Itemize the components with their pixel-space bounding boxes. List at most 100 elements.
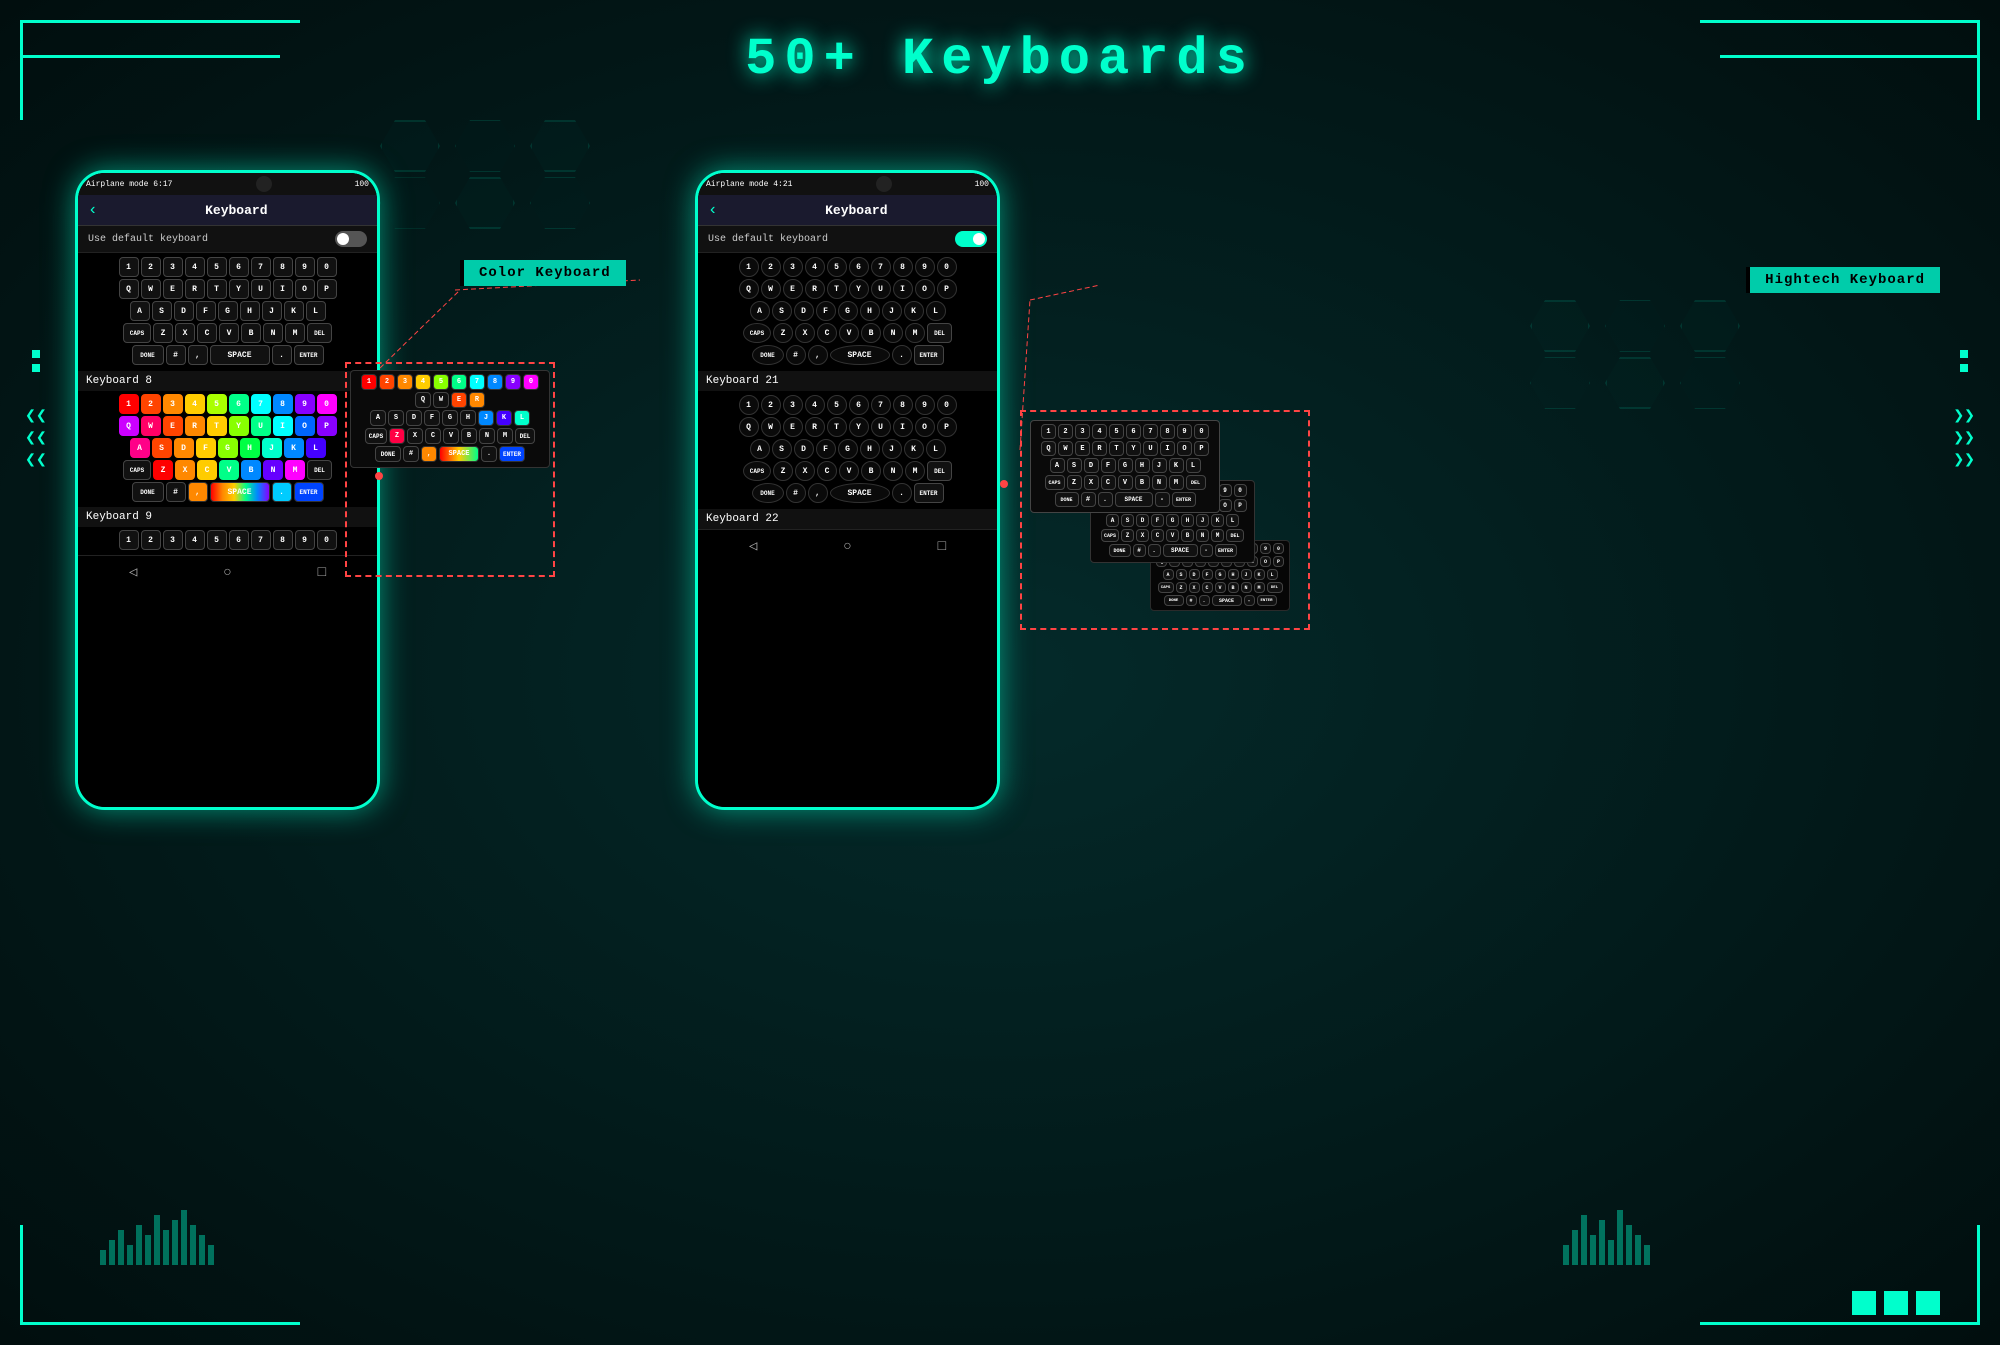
kb-key[interactable]: 9 bbox=[1219, 484, 1232, 497]
enter-key-left[interactable]: ENTER bbox=[294, 345, 324, 365]
kb-key[interactable]: D bbox=[174, 438, 194, 458]
kb-key[interactable]: N bbox=[1152, 475, 1167, 490]
kb-key[interactable]: 6 bbox=[451, 374, 467, 390]
kb-key[interactable]: # bbox=[403, 446, 419, 462]
kb-key[interactable]: , bbox=[808, 345, 828, 365]
kb-key[interactable]: 7 bbox=[871, 257, 891, 277]
kb-key[interactable]: H bbox=[1228, 569, 1239, 580]
kb-key[interactable]: L bbox=[1186, 458, 1201, 473]
kb-key[interactable]: 6 bbox=[849, 257, 869, 277]
nav-home-left[interactable]: ○ bbox=[223, 565, 231, 581]
kb-key[interactable]: Y bbox=[1126, 441, 1141, 456]
kb-key[interactable]: 0 bbox=[1234, 484, 1247, 497]
kb-key[interactable]: K bbox=[1211, 514, 1224, 527]
kb-key[interactable]: 2 bbox=[1058, 424, 1073, 439]
kb-key[interactable]: , bbox=[188, 482, 208, 502]
enter-key-float[interactable]: ENTER bbox=[499, 446, 525, 462]
del-key-left[interactable]: DEL bbox=[307, 323, 332, 343]
kb-key[interactable]: O bbox=[295, 416, 315, 436]
kb-key[interactable]: Q bbox=[1041, 441, 1056, 456]
kb-key[interactable]: J bbox=[882, 301, 902, 321]
space-key-float[interactable]: SPACE bbox=[439, 446, 479, 462]
caps-key-color[interactable]: CAPS bbox=[123, 460, 151, 480]
caps-key-left[interactable]: CAPS bbox=[123, 323, 151, 343]
kb-key[interactable]: D bbox=[1189, 569, 1200, 580]
kb-key[interactable]: Z bbox=[773, 461, 793, 481]
kb-key[interactable]: H bbox=[1135, 458, 1150, 473]
kb-key[interactable]: , bbox=[421, 446, 437, 462]
kb-key[interactable]: 5 bbox=[433, 374, 449, 390]
kb-key[interactable]: 8 bbox=[1160, 424, 1175, 439]
kb-key[interactable]: T bbox=[1109, 441, 1124, 456]
kb-key[interactable]: D bbox=[1084, 458, 1099, 473]
kb-key[interactable]: 4 bbox=[805, 395, 825, 415]
done-key-fhk2[interactable]: DONE bbox=[1109, 544, 1131, 557]
kb-key[interactable]: 9 bbox=[915, 395, 935, 415]
nav-home-right[interactable]: ○ bbox=[843, 539, 851, 555]
del-key-right[interactable]: DEL bbox=[927, 323, 952, 343]
kb-key[interactable]: S bbox=[152, 438, 172, 458]
kb-key[interactable]: 4 bbox=[185, 394, 205, 414]
kb-key[interactable]: X bbox=[175, 323, 195, 343]
kb-key[interactable]: B bbox=[1181, 529, 1194, 542]
kb-key[interactable]: B bbox=[241, 460, 261, 480]
kb-key[interactable]: N bbox=[263, 323, 283, 343]
done-key-left[interactable]: DONE bbox=[132, 345, 164, 365]
kb-key[interactable]: K bbox=[284, 438, 304, 458]
kb-key[interactable]: M bbox=[1254, 582, 1265, 593]
del-key-float[interactable]: DEL bbox=[515, 428, 535, 444]
kb-key[interactable]: V bbox=[839, 323, 859, 343]
kb-key[interactable]: R bbox=[185, 279, 205, 299]
kb-key[interactable]: A bbox=[1163, 569, 1174, 580]
kb-key[interactable]: 2 bbox=[141, 394, 161, 414]
kb-key[interactable]: Z bbox=[153, 323, 173, 343]
kb-key[interactable]: 1 bbox=[119, 257, 139, 277]
kb-key[interactable]: F bbox=[196, 301, 216, 321]
del-key-color[interactable]: DEL bbox=[307, 460, 332, 480]
kb-key[interactable]: C bbox=[197, 460, 217, 480]
kb-key[interactable]: 2 bbox=[761, 395, 781, 415]
nav-back-left[interactable]: ◁ bbox=[129, 564, 137, 581]
kb-key[interactable]: K bbox=[904, 301, 924, 321]
kb-key[interactable]: S bbox=[772, 301, 792, 321]
kb-key[interactable]: G bbox=[1118, 458, 1133, 473]
kb-key[interactable]: 2 bbox=[141, 257, 161, 277]
kb-key[interactable]: - bbox=[1244, 595, 1255, 606]
kb-key[interactable]: . bbox=[481, 446, 497, 462]
kb-key[interactable]: 7 bbox=[251, 530, 271, 550]
kb-key[interactable]: C bbox=[1101, 475, 1116, 490]
kb-key[interactable]: X bbox=[175, 460, 195, 480]
kb-key[interactable]: 3 bbox=[163, 394, 183, 414]
nav-square-right[interactable]: □ bbox=[938, 539, 946, 555]
kb-key[interactable]: U bbox=[251, 416, 271, 436]
kb-key[interactable]: E bbox=[783, 417, 803, 437]
kb-key[interactable]: 0 bbox=[1273, 543, 1284, 554]
kb-key[interactable]: F bbox=[816, 301, 836, 321]
kb-key[interactable]: Z bbox=[1121, 529, 1134, 542]
kb-key[interactable]: O bbox=[915, 279, 935, 299]
kb-key[interactable]: G bbox=[442, 410, 458, 426]
kb-key[interactable]: T bbox=[207, 279, 227, 299]
kb-key[interactable]: 9 bbox=[915, 257, 935, 277]
kb-key[interactable]: 9 bbox=[1260, 543, 1271, 554]
kb-key[interactable]: X bbox=[795, 461, 815, 481]
kb-key[interactable]: Q bbox=[739, 279, 759, 299]
kb-key[interactable]: # bbox=[1081, 492, 1096, 507]
kb-key[interactable]: L bbox=[1267, 569, 1278, 580]
kb-key[interactable]: H bbox=[1181, 514, 1194, 527]
kb-key[interactable]: A bbox=[1106, 514, 1119, 527]
kb-key[interactable]: H bbox=[460, 410, 476, 426]
kb-key[interactable]: N bbox=[883, 323, 903, 343]
enter-key-right2[interactable]: ENTER bbox=[914, 483, 944, 503]
kb-key[interactable]: Z bbox=[1176, 582, 1187, 593]
kb-key[interactable]: 4 bbox=[185, 257, 205, 277]
kb-key[interactable]: - bbox=[1155, 492, 1170, 507]
kb-key[interactable]: B bbox=[241, 323, 261, 343]
kb-key[interactable]: M bbox=[1211, 529, 1224, 542]
kb-key[interactable]: 5 bbox=[1109, 424, 1124, 439]
space-key-fhk1[interactable]: SPACE bbox=[1115, 492, 1153, 507]
kb-key[interactable]: P bbox=[1194, 441, 1209, 456]
kb-key[interactable]: B bbox=[1135, 475, 1150, 490]
kb-key[interactable]: L bbox=[306, 301, 326, 321]
kb-key[interactable]: R bbox=[1092, 441, 1107, 456]
